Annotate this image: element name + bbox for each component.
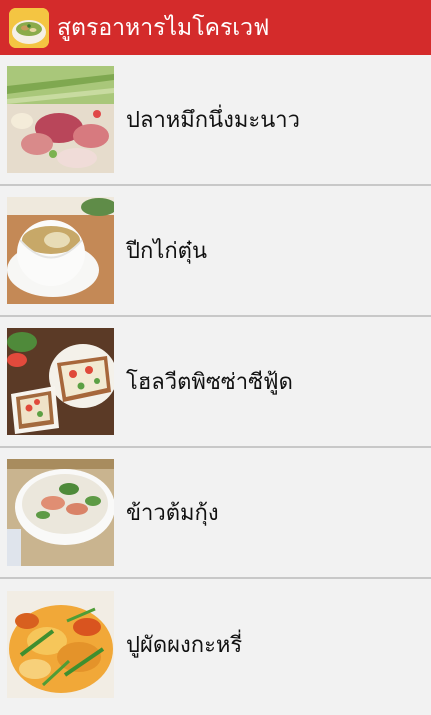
recipe-list-item[interactable]: ข้าวต้มกุ้ง bbox=[0, 448, 431, 579]
recipe-title: ข้าวต้มกุ้ง bbox=[126, 501, 219, 526]
app-bar: สูตรอาหารไมโครเวฟ bbox=[0, 0, 431, 55]
recipe-title: โฮลวีตพิซซ่าซีฟู้ด bbox=[126, 370, 293, 395]
recipe-list-item[interactable]: โฮลวีตพิซซ่าซีฟู้ด bbox=[0, 317, 431, 448]
recipe-list: ปลาหมึกนึ่งมะนาว ปีกไก่ตุ๋น โฮลวีตพิซซ่า… bbox=[0, 55, 431, 710]
recipe-list-item[interactable]: ปีกไก่ตุ๋น bbox=[0, 186, 431, 317]
shrimp-rice-soup-photo bbox=[7, 459, 114, 566]
recipe-title: ปลาหมึกนึ่งมะนาว bbox=[126, 108, 300, 133]
app-title: สูตรอาหารไมโครเวฟ bbox=[57, 14, 270, 41]
recipe-list-item[interactable]: ปูผัดผงกะหรี่ bbox=[0, 579, 431, 710]
curry-crab-photo bbox=[7, 591, 114, 698]
wholewheat-seafood-pizza-photo bbox=[7, 328, 114, 435]
stewed-chicken-wings-photo bbox=[7, 197, 114, 304]
bowl-of-food-icon bbox=[9, 7, 49, 48]
recipe-list-item[interactable]: ปลาหมึกนึ่งมะนาว bbox=[0, 55, 431, 186]
recipe-title: ปีกไก่ตุ๋น bbox=[126, 239, 207, 264]
steamed-squid-lime-photo bbox=[7, 66, 114, 173]
recipe-title: ปูผัดผงกะหรี่ bbox=[126, 633, 243, 658]
